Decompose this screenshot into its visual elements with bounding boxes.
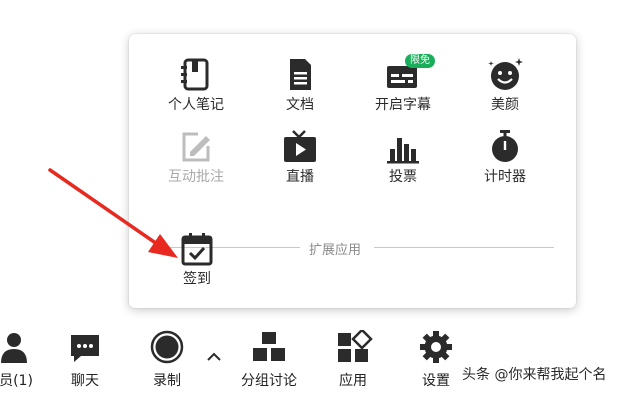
toolbar-label: 聊天	[71, 373, 99, 389]
breakout-rooms-icon	[249, 330, 289, 364]
toolbar-label: 分组讨论	[241, 373, 297, 389]
toolbar-label: 录制	[153, 373, 181, 389]
chevron-up-icon[interactable]	[206, 347, 222, 366]
toolbar-settings[interactable]: 设置	[411, 330, 461, 390]
gear-icon	[416, 330, 456, 364]
apps-grid-icon	[333, 328, 373, 364]
toolbar-label: 应用	[339, 373, 367, 389]
toolbar-members[interactable]: 员(1)	[0, 330, 46, 390]
chat-bubble-icon	[65, 330, 105, 364]
record-icon	[147, 330, 187, 364]
toolbar-apps[interactable]: 应用	[328, 328, 378, 390]
toolbar-chat[interactable]: 聊天	[60, 330, 110, 390]
watermark-text: 头条 @你来帮我起个名	[462, 367, 607, 383]
toolbar-record[interactable]: 录制	[142, 330, 192, 390]
toolbar-breakout[interactable]: 分组讨论	[232, 330, 306, 390]
toolbar-label: 设置	[422, 373, 450, 389]
toolbar-label: 员(1)	[0, 373, 33, 389]
person-icon	[0, 330, 36, 364]
